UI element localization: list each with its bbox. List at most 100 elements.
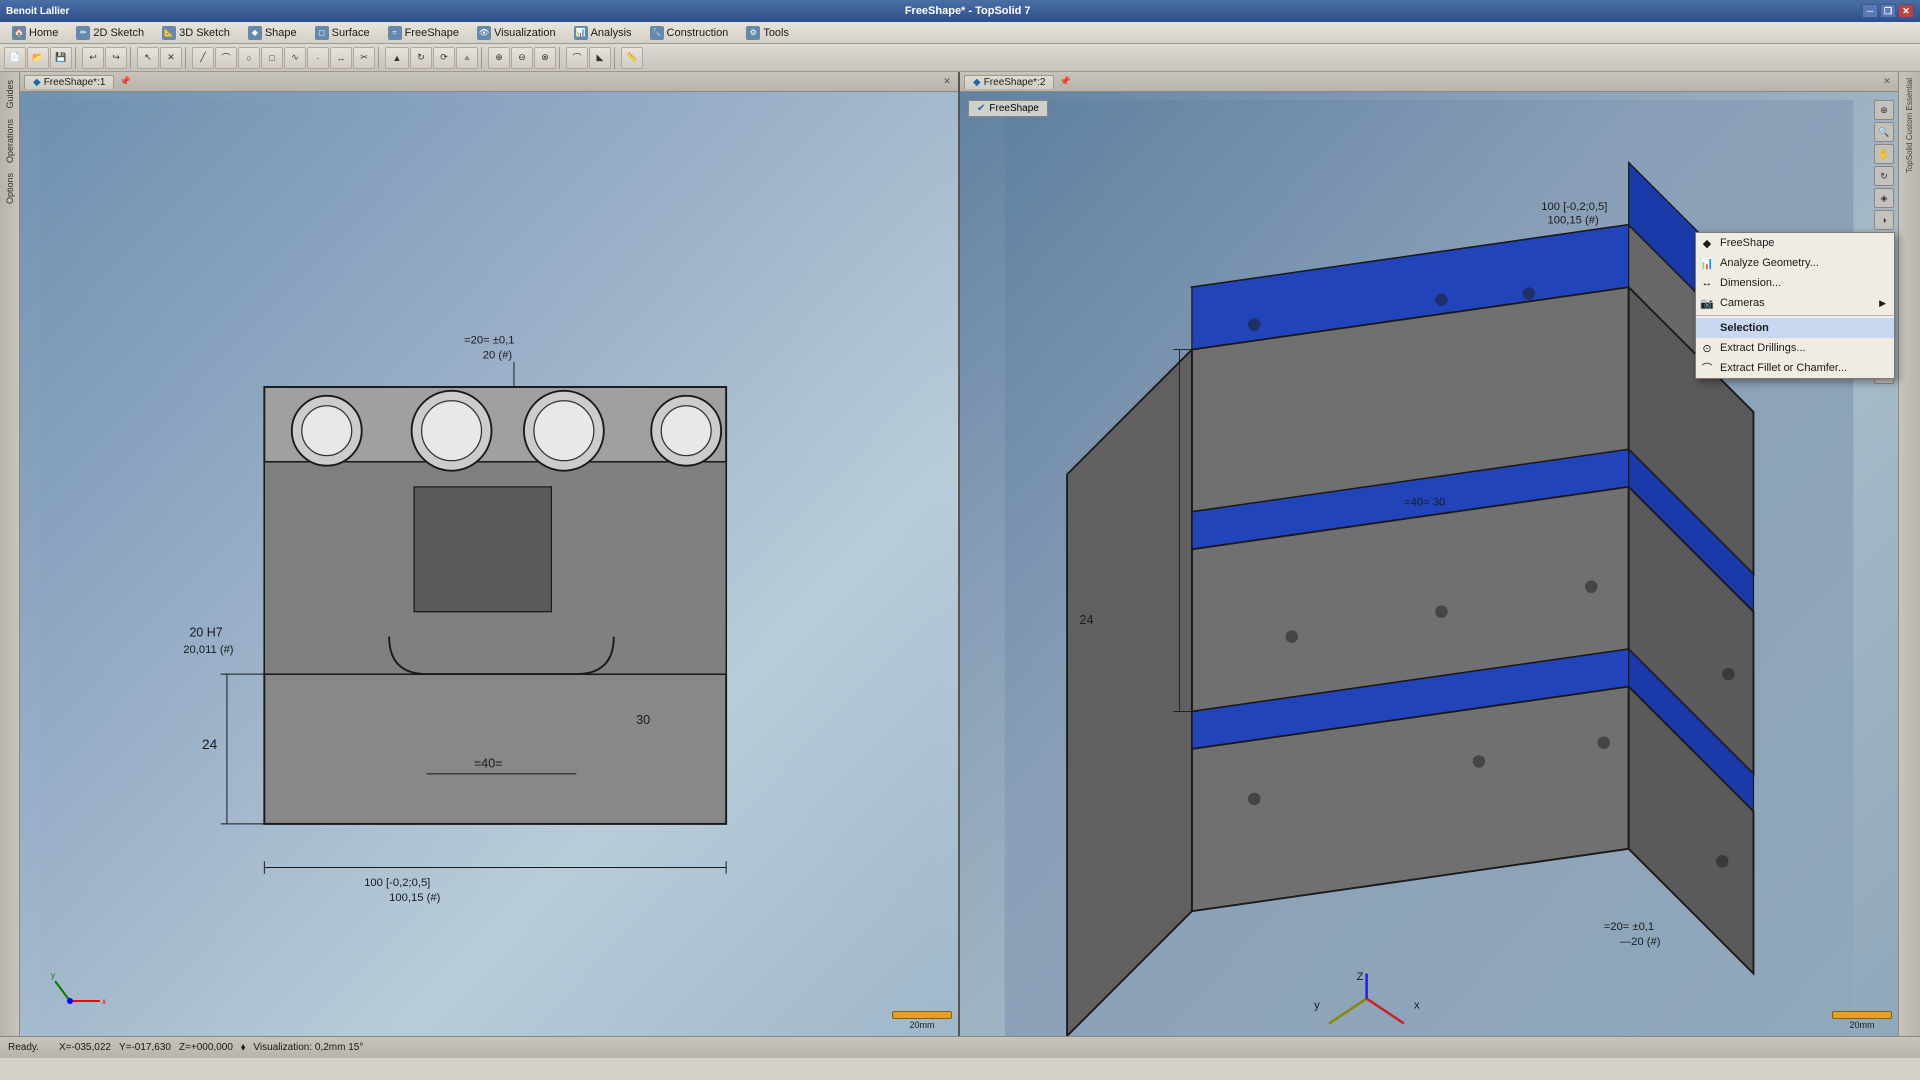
window-controls: ─ ❐ ✕ [1862,4,1914,18]
sidebar-operations[interactable]: Operations [3,115,17,167]
ctx-freeshape[interactable]: ◆ FreeShape [1696,233,1894,253]
tb-trim[interactable]: ✂ [353,47,375,69]
ctx-dimension[interactable]: ↔ Dimension... [1696,273,1894,293]
sidebar-options[interactable]: Options [3,169,17,208]
x-coord: X=-035,022 [59,1042,111,1053]
tb-point[interactable]: · [307,47,329,69]
menu-tools[interactable]: ⚙ Tools [738,24,797,42]
status-text: Ready. [8,1042,39,1053]
menu-2dsketch[interactable]: ✏ 2D Sketch [68,24,152,42]
status-bar: Ready. X=-035,022 Y=-017,630 Z=+000,000 … [0,1036,1920,1058]
scale-bar-line-right [1832,1011,1892,1019]
svg-text:24: 24 [1080,613,1094,627]
tb-sweep[interactable]: ⟳ [433,47,455,69]
ctx-analyze[interactable]: 📊 Analyze Geometry... [1696,253,1894,273]
tb-loft[interactable]: ⟑ [456,47,478,69]
vp-right-tab[interactable]: ◆ FreeShape*:2 [964,75,1054,89]
vp-zoom-btn[interactable]: 🔍 [1874,122,1894,142]
ctx-cameras-icon: 📷 [1700,296,1714,310]
tools-icon: ⚙ [746,26,760,40]
menu-shape[interactable]: ◆ Shape [240,24,305,42]
surface-icon: ◻ [315,26,329,40]
tb-chamfer[interactable]: ◣ [589,47,611,69]
vp-fit-btn[interactable]: ⊕ [1874,100,1894,120]
menu-3dsketch[interactable]: 📐 3D Sketch [154,24,238,42]
tb-arc[interactable]: ⌒ [215,47,237,69]
menu-freeshape[interactable]: ≈ FreeShape [380,24,467,42]
ctx-selection[interactable]: Selection [1696,318,1894,338]
svg-text:20 (#): 20 (#) [483,349,513,361]
tb-revolve[interactable]: ↻ [410,47,432,69]
vp-left-pin[interactable]: 📌 [118,75,132,89]
vp-left-close[interactable]: ✕ [940,75,954,89]
tb-delete[interactable]: ✕ [160,47,182,69]
svg-text:100 [-0,2;0,5]: 100 [-0,2;0,5] [364,877,430,889]
vp-left-tab[interactable]: ◆ FreeShape*:1 [24,75,114,89]
tb-dim[interactable]: ↔ [330,47,352,69]
context-menu: ◆ FreeShape 📊 Analyze Geometry... ↔ Dime… [1695,232,1895,379]
app-title: FreeShape* - TopSolid 7 [73,5,1862,17]
tb-open[interactable]: 📂 [27,47,49,69]
ctx-cameras[interactable]: 📷 Cameras ▶ [1696,293,1894,313]
tb-new[interactable]: 📄 [4,47,26,69]
user-name: Benoit Lallier [6,6,69,17]
menu-construction[interactable]: 🔧 Construction [642,24,737,42]
tb-extrude[interactable]: ▲ [385,47,409,69]
tb-sep3 [185,47,189,69]
vp-right-close[interactable]: ✕ [1880,75,1894,89]
menu-visualization[interactable]: 👁 Visualization [469,24,564,42]
visualization-icon: 👁 [477,26,491,40]
tb-measure[interactable]: 📏 [621,47,643,69]
svg-text:x: x [1414,1000,1420,1012]
tb-circle[interactable]: ○ [238,47,260,69]
ctx-extract-drillings[interactable]: ⊙ Extract Drillings... [1696,338,1894,358]
tb-line[interactable]: ╱ [192,47,214,69]
home-icon: 🏠 [12,26,26,40]
tb-sep1 [75,47,79,69]
ctx-extract-fillet[interactable]: ⌒ Extract Fillet or Chamfer... [1696,358,1894,378]
viewports: ◆ FreeShape*:1 📌 ✕ [20,72,1898,1036]
left-sidebar: Guides Operations Options [0,72,20,1036]
tb-rect[interactable]: □ [261,47,283,69]
tb-spline[interactable]: ∿ [284,47,306,69]
svg-text:—20 (#): —20 (#) [1620,936,1661,948]
vp-shade-btn[interactable]: ◑ [1874,210,1894,230]
ctx-analyze-icon: 📊 [1700,256,1714,270]
freeshape-check-icon: ✔ [977,103,985,114]
close-button[interactable]: ✕ [1898,4,1914,18]
analysis-icon: 📊 [574,26,588,40]
tb-redo[interactable]: ↪ [105,47,127,69]
menu-home[interactable]: 🏠 Home [4,24,66,42]
tb-fillet[interactable]: ⌒ [566,47,588,69]
coordinates: X=-035,022 Y=-017,630 Z=+000,000 ⬧ Visua… [59,1042,363,1053]
restore-button[interactable]: ❐ [1880,4,1896,18]
viz-settings: Visualization: 0,2mm 15° [253,1042,363,1053]
svg-text:=40=: =40= [474,757,502,771]
sidebar-guides[interactable]: Guides [3,76,17,113]
viewport-left: ◆ FreeShape*:1 📌 ✕ [20,72,960,1036]
svg-text:y: y [1314,1000,1320,1012]
tb-select[interactable]: ↖ [137,47,159,69]
ctx-fillet-icon: ⌒ [1700,361,1714,375]
tb-boolean-int[interactable]: ⊗ [534,47,556,69]
tb-boolean-sub[interactable]: ⊖ [511,47,533,69]
vp-view3d-btn[interactable]: ◈ [1874,188,1894,208]
user-area: Benoit Lallier [6,6,69,17]
menu-analysis[interactable]: 📊 Analysis [566,24,640,42]
scale-bar-line-left [892,1011,952,1019]
vp-pan-btn[interactable]: ✋ [1874,144,1894,164]
tb-undo[interactable]: ↩ [82,47,104,69]
tb-sep2 [130,47,134,69]
scale-label-right: 20mm [1849,1020,1874,1030]
vp-left-freeshape-icon: ◆ [33,77,41,88]
ctx-freeshape-icon: ◆ [1700,236,1714,250]
tb-save[interactable]: 💾 [50,47,72,69]
vp-right-titlebar: ◆ FreeShape*:2 📌 ✕ [960,72,1898,92]
vp-rotate-btn[interactable]: ↻ [1874,166,1894,186]
vp-right-pin[interactable]: 📌 [1058,75,1072,89]
tb-boolean-add[interactable]: ⊕ [488,47,510,69]
menu-surface[interactable]: ◻ Surface [307,24,378,42]
menu-bar: 🏠 Home ✏ 2D Sketch 📐 3D Sketch ◆ Shape ◻… [0,22,1920,44]
minimize-button[interactable]: ─ [1862,4,1878,18]
viewport-right: ◆ FreeShape*:2 📌 ✕ ✔ FreeShape ⊕ 🔍 ✋ ↻ ◈… [960,72,1898,1036]
